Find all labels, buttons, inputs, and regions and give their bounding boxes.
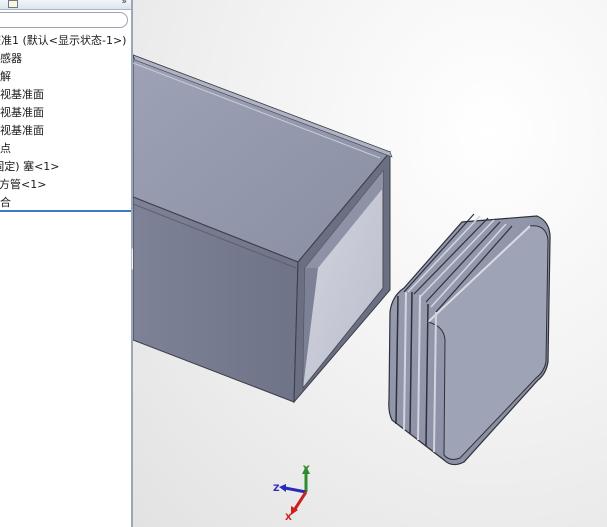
3d-model-view[interactable]	[133, 0, 607, 527]
tree-item-top-plane[interactable]: 上视基准面	[0, 104, 44, 122]
feature-manager-panel: » 校准1 (默认<显示状态-1>) 传感器 注解 前视基准面 上视基准面 右视…	[0, 0, 131, 527]
panel-tab-bar: »	[0, 0, 131, 10]
z-axis-line	[284, 486, 307, 494]
tree-item-annotations[interactable]: 注解	[0, 68, 11, 86]
orientation-triad: Y Z X	[273, 465, 310, 523]
z-axis-label: Z	[273, 484, 280, 494]
x-axis-label: X	[285, 513, 292, 523]
tree-item-sensors[interactable]: 传感器	[0, 50, 22, 68]
rollback-bar[interactable]	[0, 210, 131, 212]
tree-item-assembly[interactable]: 校准1 (默认<显示状态-1>)	[0, 32, 126, 50]
tree-item-front-plane[interactable]: 前视基准面	[0, 86, 44, 104]
z-axis-arrow-icon	[279, 484, 286, 492]
y-axis-label: Y	[302, 465, 310, 475]
tree-item-square-tube-part[interactable]: (-) 方管<1>	[0, 176, 46, 194]
configuration-manager-tab-icon[interactable]	[8, 0, 18, 8]
square-plug-model[interactable]	[388, 213, 551, 466]
x-axis-line	[293, 491, 308, 510]
tree-item-right-plane[interactable]: 右视基准面	[0, 122, 44, 140]
more-tabs-chevron-icon[interactable]: »	[121, 0, 127, 7]
feature-tree-filter-input[interactable]	[0, 12, 128, 28]
tree-item-origin[interactable]: 原点	[0, 140, 11, 158]
square-tube-model[interactable]	[133, 54, 393, 404]
graphics-viewport[interactable]: Y Z X	[133, 0, 607, 527]
tree-item-plug-part[interactable]: (固定) 塞<1>	[0, 158, 60, 176]
